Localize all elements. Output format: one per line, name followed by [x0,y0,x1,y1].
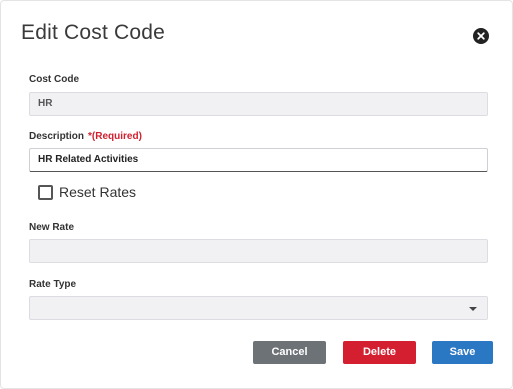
description-input[interactable]: HR Related Activities [29,148,488,172]
checkbox-unchecked-icon[interactable] [38,184,53,200]
new-rate-label: New Rate [29,222,75,233]
new-rate-input[interactable] [29,239,488,263]
dialog-title: Edit Cost Code [21,21,166,44]
reset-rates-toggle[interactable]: Reset Rates [38,184,136,200]
rate-type-label: Rate Type [29,279,77,290]
caret-down-icon[interactable] [469,307,477,311]
close-icon[interactable] [473,28,489,44]
description-label-text: Description [29,131,85,142]
cost-code-field: HR [29,92,488,116]
required-marker: *(Required) [88,131,142,142]
rate-type-select[interactable] [29,296,488,320]
description-label: Description *(Required) [29,131,142,142]
save-button[interactable]: Save [432,341,493,364]
delete-button[interactable]: Delete [343,341,416,364]
edit-cost-code-dialog: Edit Cost Code Cost Code HR Description *… [0,0,513,389]
cancel-button[interactable]: Cancel [253,341,326,364]
reset-rates-label: Reset Rates [59,184,137,200]
cost-code-label: Cost Code [29,74,79,85]
